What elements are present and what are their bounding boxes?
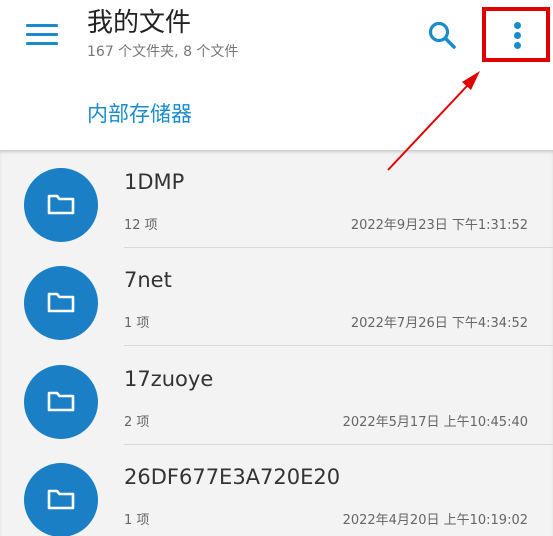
list-item[interactable]: 1DMP 12 项 2022年9月23日 下午1:31:52: [0, 150, 553, 248]
list-item[interactable]: 7net 1 项 2022年7月26日 下午4:34:52: [0, 248, 553, 346]
item-count: 1 项: [124, 513, 150, 528]
item-count: 2 项: [124, 415, 150, 430]
search-icon[interactable]: [425, 18, 459, 52]
item-count: 12 项: [124, 218, 158, 233]
modified-date: 2022年5月17日 上午10:45:40: [342, 415, 528, 430]
folder-file-count: 167 个文件夹, 8 个文件: [87, 44, 239, 60]
list-item[interactable]: 17zuoye 2 项 2022年5月17日 上午10:45:40: [0, 347, 553, 445]
page-title: 我的文件: [87, 8, 192, 38]
item-count: 1 项: [124, 316, 150, 331]
app-bar: 我的文件 167 个文件夹, 8 个文件 内部存储器: [0, 0, 553, 150]
highlight-box: [482, 7, 550, 62]
folder-name: 7net: [124, 268, 172, 292]
divider: [124, 345, 553, 346]
menu-icon[interactable]: [26, 24, 58, 46]
modified-date: 2022年7月26日 下午4:34:52: [350, 316, 528, 331]
folder-name: 17zuoye: [124, 367, 214, 391]
more-vert-icon[interactable]: [514, 22, 522, 50]
folder-icon: [24, 168, 98, 242]
breadcrumb-internal-storage[interactable]: 内部存储器: [87, 98, 192, 128]
folder-icon: [24, 266, 98, 340]
folder-name: 1DMP: [124, 170, 185, 194]
folder-icon: [24, 365, 98, 439]
list-item[interactable]: 26DF677E3A720E20 1 项 2022年4月20日 上午10:19:…: [0, 445, 553, 536]
modified-date: 2022年9月23日 下午1:31:52: [350, 218, 528, 233]
folder-list: 1DMP 12 项 2022年9月23日 下午1:31:52 7net 1 项 …: [0, 150, 553, 536]
folder-icon: [24, 463, 98, 536]
modified-date: 2022年4月20日 上午10:19:02: [342, 513, 528, 528]
folder-name: 26DF677E3A720E20: [124, 465, 341, 489]
